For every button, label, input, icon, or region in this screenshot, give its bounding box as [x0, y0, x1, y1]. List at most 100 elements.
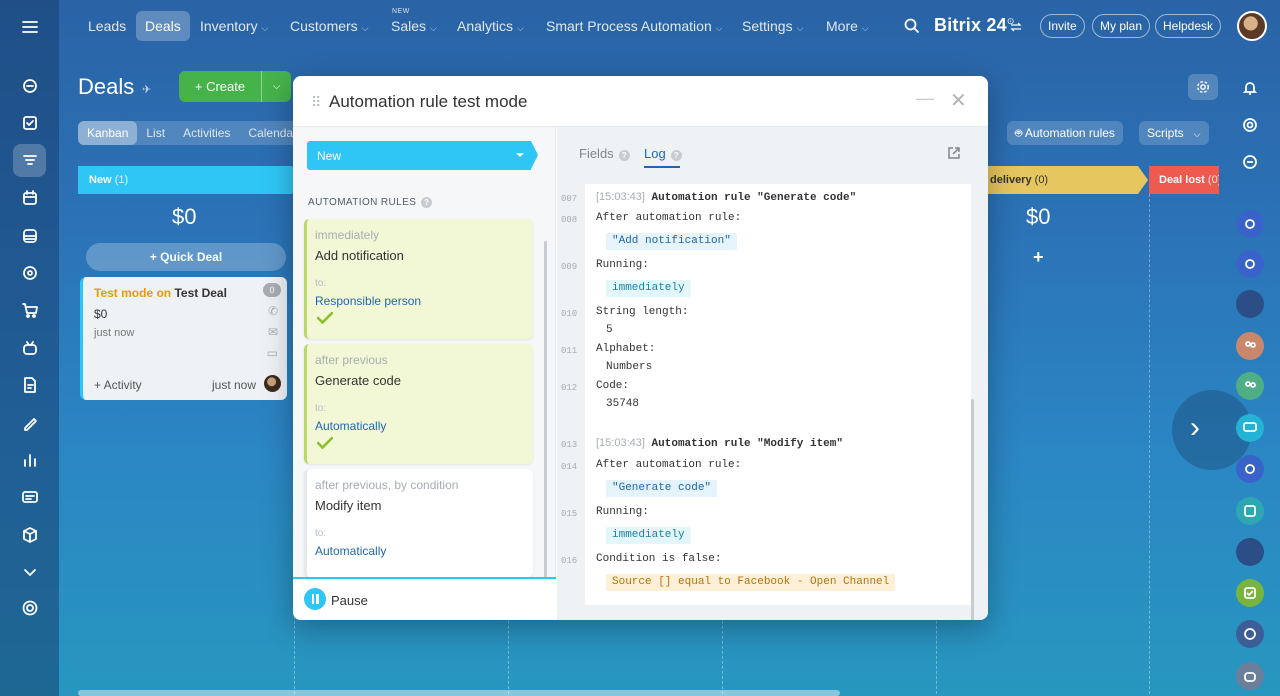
deal-amount: $0: [94, 307, 108, 321]
chat-icon[interactable]: ▭: [267, 346, 278, 360]
avatar[interactable]: [264, 375, 281, 392]
stage-delivery[interactable]: delivery (0): [988, 166, 1148, 194]
menu-icon[interactable]: [13, 10, 46, 43]
document-icon[interactable]: [13, 368, 46, 401]
rule-card[interactable]: after previous Generate code to: Automat…: [304, 344, 533, 464]
stage-sum: $0: [1026, 204, 1051, 229]
cart-icon[interactable]: [13, 293, 46, 326]
horizontal-scrollbar[interactable]: [78, 690, 840, 696]
nav-more[interactable]: More ⌵: [817, 11, 878, 41]
rule-card[interactable]: immediately Add notification to: Respons…: [304, 219, 533, 339]
copilot-chat-icon[interactable]: [1236, 250, 1264, 278]
add-deal-button[interactable]: +: [1033, 247, 1044, 268]
deal-title[interactable]: Test Deal: [174, 286, 226, 300]
feed-icon[interactable]: [13, 69, 46, 102]
invite-button[interactable]: Invite: [1040, 14, 1085, 38]
phone-icon[interactable]: ✆: [268, 304, 278, 318]
avatar[interactable]: [1236, 538, 1264, 566]
nav-sales[interactable]: Sales ⌵: [382, 11, 446, 41]
stage-new[interactable]: New (1): [78, 166, 302, 194]
box-icon[interactable]: [13, 518, 46, 551]
quick-deal-button[interactable]: + Quick Deal: [86, 243, 286, 271]
tasks-icon[interactable]: [13, 106, 46, 139]
rule-target-link[interactable]: Automatically: [315, 419, 386, 433]
page-title: Deals: [78, 74, 135, 99]
open-external-icon[interactable]: [947, 146, 961, 160]
analytics-icon[interactable]: [13, 443, 46, 476]
stage-deal-lost[interactable]: Deal lost (0): [1149, 166, 1219, 194]
help-icon[interactable]: ?: [618, 150, 630, 161]
rule-target-link[interactable]: Responsible person: [315, 294, 421, 308]
rule-card[interactable]: after previous, by condition Modify item…: [304, 469, 533, 577]
rules-scrollbar[interactable]: [544, 241, 547, 597]
minimize-icon[interactable]: —: [916, 88, 934, 109]
copilot-chat-icon[interactable]: [1236, 455, 1264, 483]
chevron-down-icon[interactable]: ⌵: [261, 71, 291, 102]
log-chip: "Generate code": [606, 480, 718, 497]
marketing-icon[interactable]: [13, 256, 46, 289]
tab-activities[interactable]: Activities: [174, 121, 239, 145]
add-activity-button[interactable]: + Activity: [94, 378, 142, 392]
messenger-icon[interactable]: [1236, 148, 1264, 176]
automation-rules-button[interactable]: 🤖︎ Automation rules: [1007, 121, 1123, 145]
tasks-icon[interactable]: [1236, 579, 1264, 607]
tab-list[interactable]: List: [137, 121, 174, 145]
tab-fields[interactable]: Fields?: [579, 146, 630, 161]
log-scrollbar[interactable]: [971, 399, 974, 620]
crm-icon[interactable]: [13, 144, 46, 177]
check-icon: [317, 312, 333, 324]
nav-analytics[interactable]: Analytics ⌵: [448, 11, 533, 41]
tasks-icon[interactable]: [1236, 497, 1264, 525]
drive-icon[interactable]: [13, 219, 46, 252]
help-icon[interactable]: ?: [670, 150, 682, 161]
pin-icon[interactable]: ✈: [142, 83, 151, 96]
close-icon[interactable]: ✕: [950, 88, 967, 113]
log-output: 007 [15:03:43] Automation rule "Generate…: [561, 184, 971, 605]
robot-icon[interactable]: [13, 331, 46, 364]
stage-select[interactable]: New: [307, 141, 538, 170]
mail-icon[interactable]: ✉: [268, 325, 278, 339]
avatar[interactable]: [1237, 11, 1267, 41]
copilot-icon[interactable]: [1236, 111, 1264, 139]
support-icon[interactable]: [1236, 620, 1264, 648]
gear-icon[interactable]: [13, 591, 46, 624]
tab-kanban[interactable]: Kanban: [78, 121, 138, 145]
nav-smart-process-automation[interactable]: Smart Process Automation ⌵: [537, 11, 732, 41]
sign-icon[interactable]: [13, 406, 46, 439]
search-icon[interactable]: [904, 18, 920, 34]
group-chat-icon[interactable]: [1236, 332, 1264, 360]
help-icon[interactable]: ?: [421, 197, 433, 208]
nav-customers[interactable]: Customers ⌵: [281, 11, 378, 41]
chevron-down-icon: ⌵: [517, 23, 524, 33]
contact-center-icon[interactable]: [13, 480, 46, 513]
bot-icon[interactable]: [1236, 662, 1264, 690]
settings-button[interactable]: [1188, 74, 1218, 100]
deal-card[interactable]: Test mode on Test Deal $0 just now 0 ✆ ✉…: [80, 277, 287, 400]
tab-log[interactable]: Log?: [644, 146, 682, 168]
avatar[interactable]: [1236, 290, 1264, 318]
drag-handle-icon[interactable]: ⠿: [311, 94, 321, 111]
nav-leads[interactable]: Leads: [79, 11, 135, 41]
nav-settings[interactable]: Settings ⌵: [733, 11, 812, 41]
brand-logo[interactable]: Bitrix 24⊙: [934, 15, 1015, 36]
my-plan-button[interactable]: My plan: [1092, 14, 1151, 38]
scripts-button[interactable]: Scripts ⌵: [1139, 121, 1209, 145]
calendar-icon[interactable]: [13, 181, 46, 214]
rule-target-link[interactable]: Automatically: [315, 544, 386, 558]
group-chat-icon[interactable]: [1236, 372, 1264, 400]
pause-icon[interactable]: [304, 588, 326, 610]
create-button[interactable]: + Create ⌵: [179, 71, 291, 102]
pause-button[interactable]: Pause: [331, 593, 368, 608]
log-line: Running:: [596, 506, 649, 518]
copilot-chat-icon[interactable]: [1236, 210, 1264, 238]
chevron-down-icon[interactable]: [13, 555, 46, 588]
nav-inventory[interactable]: Inventory ⌵: [191, 11, 277, 41]
chevron-down-icon: ⌵: [430, 23, 437, 33]
switch-icon[interactable]: [1010, 21, 1022, 33]
nav-deals[interactable]: Deals: [136, 11, 190, 41]
bell-icon[interactable]: [1236, 74, 1264, 102]
chat-icon[interactable]: [1236, 414, 1264, 442]
log-chip: Source [] equal to Facebook - Open Chann…: [606, 574, 896, 591]
robot-icon: 🤖︎: [1015, 126, 1025, 140]
helpdesk-button[interactable]: Helpdesk: [1155, 14, 1222, 38]
